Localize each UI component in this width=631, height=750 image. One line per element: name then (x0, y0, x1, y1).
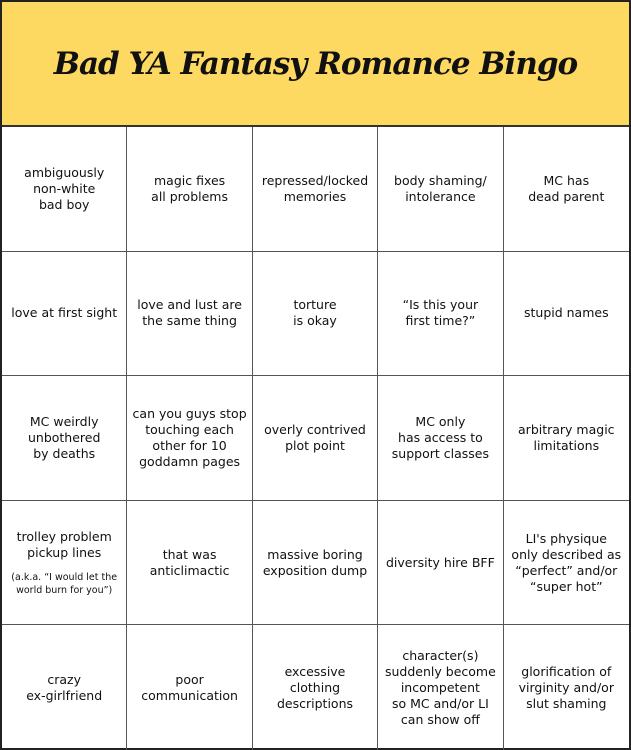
cell-note-line: (a.k.a. “I would let the (11, 571, 118, 583)
cell-text-line: can you guys stop (132, 405, 247, 421)
cell-text-line: is okay (293, 313, 337, 329)
bingo-cell[interactable]: ambiguously non-white bad boy (2, 127, 128, 252)
cell-text-line: ex-girlfriend (26, 687, 103, 703)
bingo-cell[interactable]: “Is this your first time?” (378, 251, 504, 377)
bingo-cell[interactable]: MC weirdly unbothered by deaths (2, 376, 128, 501)
cell-text-line: so MC and/or LI (392, 695, 489, 711)
bingo-cell[interactable]: character(s) suddenly become incompetent so… (378, 625, 504, 750)
cell-text-line: virginity and/or (518, 679, 614, 695)
cell-text-line: repressed/locked (261, 172, 369, 188)
cell-text-line: by deaths (33, 445, 96, 461)
cell-text-line: non-white (33, 180, 96, 196)
cell-text-line: LI's physique (525, 530, 607, 546)
cell-text-line: intolerance (405, 188, 476, 204)
bingo-card: Bad YA Fantasy Romance Bingo ambiguously… (0, 0, 631, 750)
cell-note: (a.k.a. “I would let the world burn for y… (11, 571, 117, 597)
bingo-cell[interactable]: LI's physique only described as “perfect” … (503, 501, 629, 626)
bingo-cell[interactable]: massive boring exposition dump (252, 500, 379, 626)
cell-text-line: communication (141, 687, 238, 703)
bingo-cell[interactable]: love at first sight (2, 251, 128, 377)
cell-text-line: clothing (289, 679, 341, 695)
cell-text-line: excessive (284, 663, 346, 679)
cell-text-line: goddamn pages (139, 453, 241, 469)
cell-text-line: exposition dump (262, 562, 368, 578)
cell-text-line: all problems (151, 188, 228, 204)
cell-text-line: support classes (391, 445, 489, 461)
cell-text-line: “super hot” (529, 578, 603, 594)
cell-text-line: MC weirdly (29, 413, 99, 429)
cell-note-line: world burn for you”) (16, 584, 113, 596)
cell-text-line: MC only (415, 413, 466, 429)
cell-text-line: glorification of (521, 663, 612, 679)
cell-text-line: can show off (400, 711, 480, 727)
cell-text-line: trolley problem (16, 528, 112, 544)
bingo-cell[interactable]: MC has dead parent (503, 127, 629, 252)
bingo-cell[interactable]: crazy ex-girlfriend (2, 625, 128, 750)
cell-text-line: first time?” (405, 313, 476, 329)
cell-text-line: unbothered (27, 429, 101, 445)
cell-text-line: stupid names (523, 305, 609, 321)
bingo-cell[interactable]: trolley problem pickup lines (a.k.a. “I wo… (2, 500, 128, 626)
cell-text-line: anticlimactic (149, 562, 230, 578)
bingo-cell[interactable]: can you guys stop touching each other for … (127, 376, 253, 501)
cell-text-line: has access to (398, 429, 483, 445)
bingo-cell[interactable]: overly contrived plot point (252, 376, 379, 501)
cell-text-line: slut shaming (526, 695, 607, 711)
cell-text-line: memories (283, 188, 347, 204)
bingo-cell[interactable]: diversity hire BFF (378, 500, 504, 626)
cell-text-line: dead parent (528, 188, 605, 204)
cell-text-line: limitations (533, 437, 600, 453)
bingo-cell[interactable]: MC only has access to support classes (378, 376, 504, 501)
cell-text-line: descriptions (276, 695, 353, 711)
bingo-cell[interactable]: glorification of virginity and/or slut sha… (504, 625, 629, 750)
cell-text-line: that was (162, 546, 217, 562)
cell-text-line: “Is this your (402, 297, 479, 313)
cell-text-line: love and lust are (137, 297, 242, 313)
bingo-cell[interactable]: poor communication (127, 625, 253, 750)
cell-text-line: bad boy (38, 196, 90, 212)
cell-text-line: “perfect” and/or (515, 562, 618, 578)
bingo-grid: ambiguously non-white bad boy magic fixes al… (2, 127, 629, 750)
cell-text-line: magic fixes (154, 172, 226, 188)
bingo-cell[interactable]: arbitrary magic limitations (503, 376, 629, 501)
bingo-cell[interactable]: torture is okay (252, 251, 379, 377)
cell-text-line: diversity hire BFF (386, 554, 495, 570)
cell-text-line: suddenly become (385, 663, 496, 679)
bingo-cell[interactable]: magic fixes all problems (127, 127, 253, 252)
cell-text-line: plot point (285, 437, 345, 453)
header: Bad YA Fantasy Romance Bingo (2, 2, 629, 127)
cell-text-line: torture (293, 297, 337, 313)
cell-text-line: touching each (145, 421, 234, 437)
bingo-cell[interactable]: stupid names (503, 252, 629, 377)
bingo-cell[interactable]: that was anticlimactic (127, 500, 253, 626)
cell-text-line: ambiguously (24, 164, 105, 180)
bingo-cell[interactable]: love and lust are the same thing (127, 251, 253, 377)
cell-text-line: pickup lines (27, 544, 102, 560)
bingo-title: Bad YA Fantasy Romance Bingo (53, 45, 578, 82)
cell-text-line: incompetent (400, 679, 480, 695)
bingo-cell[interactable]: repressed/locked memories (252, 127, 379, 252)
cell-text-line: poor (175, 671, 204, 687)
cell-text-line: love at first sight (11, 305, 118, 321)
cell-text-line: only described as (511, 546, 622, 562)
bingo-cell[interactable]: excessive clothing descriptions (253, 625, 379, 750)
cell-text-line: MC has (543, 172, 590, 188)
cell-text-line: massive boring (267, 546, 363, 562)
cell-text-line: other for 10 (152, 437, 227, 453)
bingo-cell[interactable]: body shaming/intolerance (378, 127, 504, 252)
cell-text-line: overly contrived (264, 421, 366, 437)
cell-text-line: the same thing (142, 313, 237, 329)
cell-text-line: arbitrary magic (518, 421, 615, 437)
cell-text-line: character(s) (402, 647, 479, 663)
cell-text-line: crazy (47, 671, 82, 687)
cell-text-line: body shaming/ (394, 172, 487, 188)
